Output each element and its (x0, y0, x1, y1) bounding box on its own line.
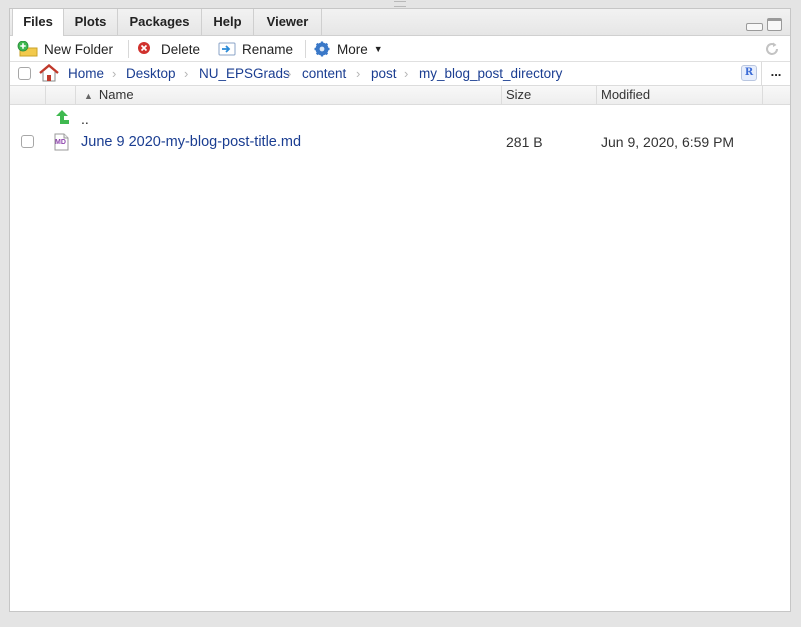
rename-button[interactable]: Rename (218, 40, 293, 58)
new-folder-icon (17, 40, 38, 57)
gear-icon (314, 41, 330, 57)
home-icon[interactable] (38, 63, 60, 85)
file-size: 281 B (506, 134, 543, 150)
file-name-link[interactable]: June 9 2020-my-blog-post-title.md (81, 134, 301, 150)
header-modified[interactable]: Modified (597, 86, 763, 104)
new-folder-label: New Folder (44, 41, 114, 57)
breadcrumb-desktop[interactable]: Desktop (126, 66, 176, 81)
pane-resize-grip[interactable] (394, 1, 406, 7)
toolbar-divider (305, 40, 306, 58)
header-name[interactable]: ▲ Name (76, 86, 502, 104)
breadcrumb-content[interactable]: content (302, 66, 346, 81)
parent-directory-link[interactable]: .. (81, 111, 89, 127)
breadcrumb-separator-icon: › (112, 66, 117, 81)
maximize-pane-icon[interactable] (767, 18, 782, 31)
breadcrumb-separator-icon: › (404, 66, 409, 81)
header-checkbox-column (10, 86, 46, 104)
refresh-icon[interactable] (764, 41, 780, 57)
new-folder-button[interactable]: New Folder (17, 40, 113, 58)
tab-plots[interactable]: Plots (64, 9, 118, 35)
delete-label: Delete (161, 41, 201, 57)
tab-help[interactable]: Help (202, 9, 254, 35)
breadcrumb-post[interactable]: post (371, 66, 397, 81)
more-menu-button[interactable]: More ▼ (314, 40, 383, 58)
rename-label: Rename (242, 41, 294, 57)
tab-bar: Files Plots Packages Help Viewer (10, 9, 790, 36)
delete-icon (136, 41, 152, 57)
header-name-label: Name (98, 87, 134, 102)
header-icon-column (46, 86, 76, 104)
files-pane: Files Plots Packages Help Viewer New Fol… (9, 8, 791, 612)
tab-viewer[interactable]: Viewer (254, 9, 322, 35)
more-label: More (337, 41, 368, 57)
rename-icon (218, 41, 236, 57)
breadcrumb-separator-icon: › (184, 66, 189, 81)
delete-button[interactable]: Delete (136, 40, 200, 58)
toolbar-divider (128, 40, 129, 58)
minimize-pane-icon[interactable] (746, 23, 763, 31)
r-project-icon[interactable]: R (741, 65, 757, 81)
file-type-label: MD (55, 139, 66, 146)
markdown-file-icon: MD (52, 133, 70, 151)
row-checkbox[interactable] (21, 135, 34, 148)
files-toolbar: New Folder Delete Rename More ▼ (10, 36, 790, 62)
tab-files[interactable]: Files (12, 9, 64, 36)
tab-packages[interactable]: Packages (118, 9, 202, 35)
header-size[interactable]: Size (502, 86, 597, 104)
sort-ascending-icon: ▲ (84, 91, 93, 101)
breadcrumb-my-blog-post-directory[interactable]: my_blog_post_directory (419, 66, 562, 81)
breadcrumb-separator-icon: › (356, 66, 361, 81)
file-table-header: ▲ Name Size Modified (10, 86, 790, 105)
breadcrumb-nu-epsgrads[interactable]: NU_EPSGrads (199, 66, 290, 81)
breadcrumb-more-button[interactable]: ... (761, 62, 790, 85)
breadcrumb: Home › Desktop › NU_EPSGrads › content ›… (10, 62, 790, 86)
table-row[interactable]: MD June 9 2020-my-blog-post-title.md 281… (10, 130, 790, 155)
chevron-down-icon: ▼ (373, 44, 383, 54)
breadcrumb-separator-icon: › (287, 66, 292, 81)
file-modified: Jun 9, 2020, 6:59 PM (601, 134, 735, 150)
select-all-checkbox[interactable] (18, 67, 31, 80)
go-up-arrow-icon (53, 108, 71, 129)
breadcrumb-home[interactable]: Home (68, 66, 104, 81)
parent-directory-row[interactable]: .. (10, 105, 790, 130)
